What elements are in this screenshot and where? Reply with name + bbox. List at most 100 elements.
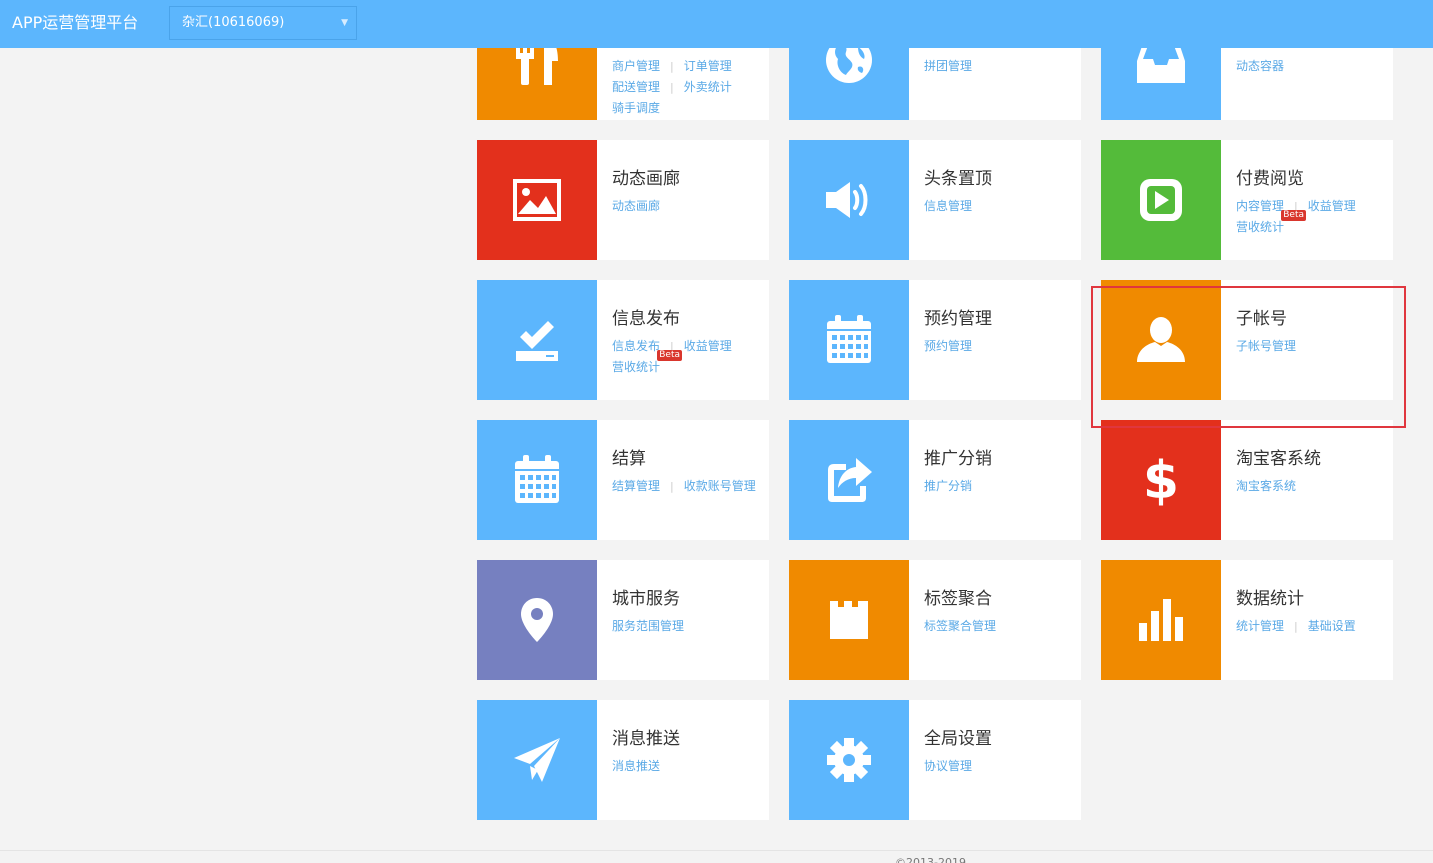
module-link[interactable]: 订单管理	[684, 56, 732, 76]
module-link-label: 动态画廊	[612, 199, 661, 213]
module-tile[interactable]: 消息推送 消息推送	[477, 700, 769, 820]
module-links: 商户管理 | 订单管理 配送管理 | 外卖统计 骑手调度	[612, 56, 762, 118]
module-tile[interactable]: 推广分销 推广分销	[789, 420, 1081, 540]
module-link[interactable]: 营收统计 Beta	[1236, 210, 1307, 237]
module-title[interactable]: 头条置顶	[924, 167, 992, 191]
app-title: APP运营管理平台	[12, 13, 139, 32]
module-link-label: 收益管理	[1307, 199, 1356, 213]
module-title[interactable]: 推广分销	[924, 447, 992, 471]
module-link[interactable]: 商户管理	[612, 56, 660, 76]
module-link[interactable]: 结算管理	[612, 476, 660, 496]
module-link[interactable]: 拼团管理	[924, 56, 972, 76]
module-title[interactable]: 信息发布	[612, 307, 680, 331]
module-tile[interactable]: 结算结算管理 | 收款账号管理	[477, 420, 769, 540]
module-link[interactable]: 骑手调度	[612, 98, 660, 118]
module-title[interactable]: 消息推送	[612, 727, 680, 751]
module-links: 预约管理	[924, 336, 1074, 356]
module-title[interactable]: 数据统计	[1236, 587, 1304, 611]
module-link-label: 订单管理	[683, 59, 732, 73]
module-links: 协议管理	[924, 756, 1074, 776]
module-title[interactable]: 预约管理	[924, 307, 992, 331]
module-icon-box[interactable]	[789, 560, 909, 680]
module-icon-box[interactable]	[477, 140, 597, 260]
module-tile[interactable]: $ 淘宝客系统 淘宝客系统	[1101, 420, 1393, 540]
module-links: 信息发布 | 收益管理 营收统计 Beta	[612, 336, 762, 377]
module-title[interactable]: 全局设置	[924, 727, 992, 751]
module-links: 动态容器	[1236, 56, 1386, 76]
module-tile[interactable]: 标签聚合标签聚合管理	[789, 560, 1081, 680]
module-link-label: 内容管理	[1236, 199, 1285, 213]
module-tile[interactable]: 子帐号 子帐号管理	[1101, 280, 1393, 400]
module-tile[interactable]: 信息发布 信息发布 | 收益管理 营收统计 Beta	[477, 280, 769, 400]
module-link[interactable]: 配送管理	[612, 77, 660, 97]
module-link[interactable]: 子帐号管理	[1236, 336, 1296, 356]
checkmark-tray-icon	[514, 317, 560, 363]
module-link[interactable]: 收益管理	[1308, 196, 1356, 216]
module-icon-box[interactable]: $	[1101, 420, 1221, 540]
module-tile[interactable]: 头条置顶 信息管理	[789, 140, 1081, 260]
module-link-label: 服务范围管理	[612, 619, 685, 633]
module-tile[interactable]: 数据统计统计管理 | 基础设置	[1101, 560, 1393, 680]
module-link[interactable]: 标签聚合管理	[924, 616, 996, 636]
module-icon-box[interactable]	[477, 560, 597, 680]
link-separator: |	[1294, 620, 1298, 633]
module-link[interactable]: 协议管理	[924, 756, 972, 776]
module-links: 淘宝客系统	[1236, 476, 1386, 496]
account-select-value: 杂汇(10616069)	[182, 15, 285, 30]
module-tile[interactable]: 预约管理 预约管理	[789, 280, 1081, 400]
module-link-label: 标签聚合管理	[924, 619, 997, 633]
module-icon-box[interactable]	[789, 140, 909, 260]
module-link[interactable]: 收款账号管理	[684, 476, 756, 496]
beta-badge: Beta	[1281, 210, 1307, 221]
module-title[interactable]: 付费阅览	[1236, 167, 1304, 191]
link-separator: |	[670, 480, 674, 493]
module-title[interactable]: 结算	[612, 447, 646, 471]
module-icon-box[interactable]	[789, 280, 909, 400]
module-link-label: 预约管理	[924, 339, 973, 353]
module-link[interactable]: 外卖统计	[684, 77, 732, 97]
module-tile[interactable]: 城市服务服务范围管理	[477, 560, 769, 680]
module-links: 推广分销	[924, 476, 1074, 496]
module-link[interactable]: 基础设置	[1308, 616, 1356, 636]
module-icon-box[interactable]	[789, 420, 909, 540]
module-link[interactable]: 淘宝客系统	[1236, 476, 1296, 496]
footer: ©2013-2019	[0, 850, 1433, 863]
module-icon-box[interactable]	[477, 700, 597, 820]
module-tile[interactable]: 动态画廊 动态画廊	[477, 140, 769, 260]
module-link[interactable]: 消息推送	[612, 756, 660, 776]
calendar-icon	[513, 455, 561, 505]
module-title[interactable]: 淘宝客系统	[1236, 447, 1321, 471]
module-icon-box[interactable]	[477, 280, 597, 400]
account-select[interactable]: 杂汇(10616069) ▼	[169, 6, 357, 40]
module-link[interactable]: 推广分销	[924, 476, 972, 496]
module-link[interactable]: 预约管理	[924, 336, 972, 356]
module-icon-box[interactable]	[789, 700, 909, 820]
module-icon-box[interactable]	[477, 420, 597, 540]
module-icon-box[interactable]	[1101, 280, 1221, 400]
module-link[interactable]: 统计管理	[1236, 616, 1284, 636]
module-link[interactable]: 信息发布	[612, 336, 660, 356]
module-link[interactable]: 信息管理	[924, 196, 972, 216]
module-link-label: 子帐号管理	[1236, 339, 1297, 353]
module-title[interactable]: 标签聚合	[924, 587, 992, 611]
module-link-label: 结算管理	[612, 479, 661, 493]
module-title[interactable]: 城市服务	[612, 587, 680, 611]
module-link[interactable]: 动态容器	[1236, 56, 1284, 76]
module-title[interactable]: 子帐号	[1236, 307, 1287, 331]
module-links: 统计管理 | 基础设置	[1236, 616, 1386, 637]
module-icon-box[interactable]	[1101, 560, 1221, 680]
module-link-label: 商户管理	[612, 59, 661, 73]
module-link[interactable]: 营收统计 Beta	[612, 350, 683, 377]
module-tile[interactable]: 全局设置 协议管理	[789, 700, 1081, 820]
module-link[interactable]: 动态画廊	[612, 196, 660, 216]
module-link[interactable]: 服务范围管理	[612, 616, 684, 636]
module-link-label: 收款账号管理	[683, 479, 756, 493]
module-link[interactable]: 收益管理	[684, 336, 732, 356]
module-icon-box[interactable]	[1101, 140, 1221, 260]
module-links: 子帐号管理	[1236, 336, 1386, 356]
module-title[interactable]: 动态画廊	[612, 167, 680, 191]
link-separator: |	[670, 81, 674, 94]
module-tile[interactable]: 付费阅览 内容管理 | 收益管理 营收统计 Beta	[1101, 140, 1393, 260]
module-links: 结算管理 | 收款账号管理	[612, 476, 762, 497]
module-link[interactable]: 内容管理	[1236, 196, 1284, 216]
